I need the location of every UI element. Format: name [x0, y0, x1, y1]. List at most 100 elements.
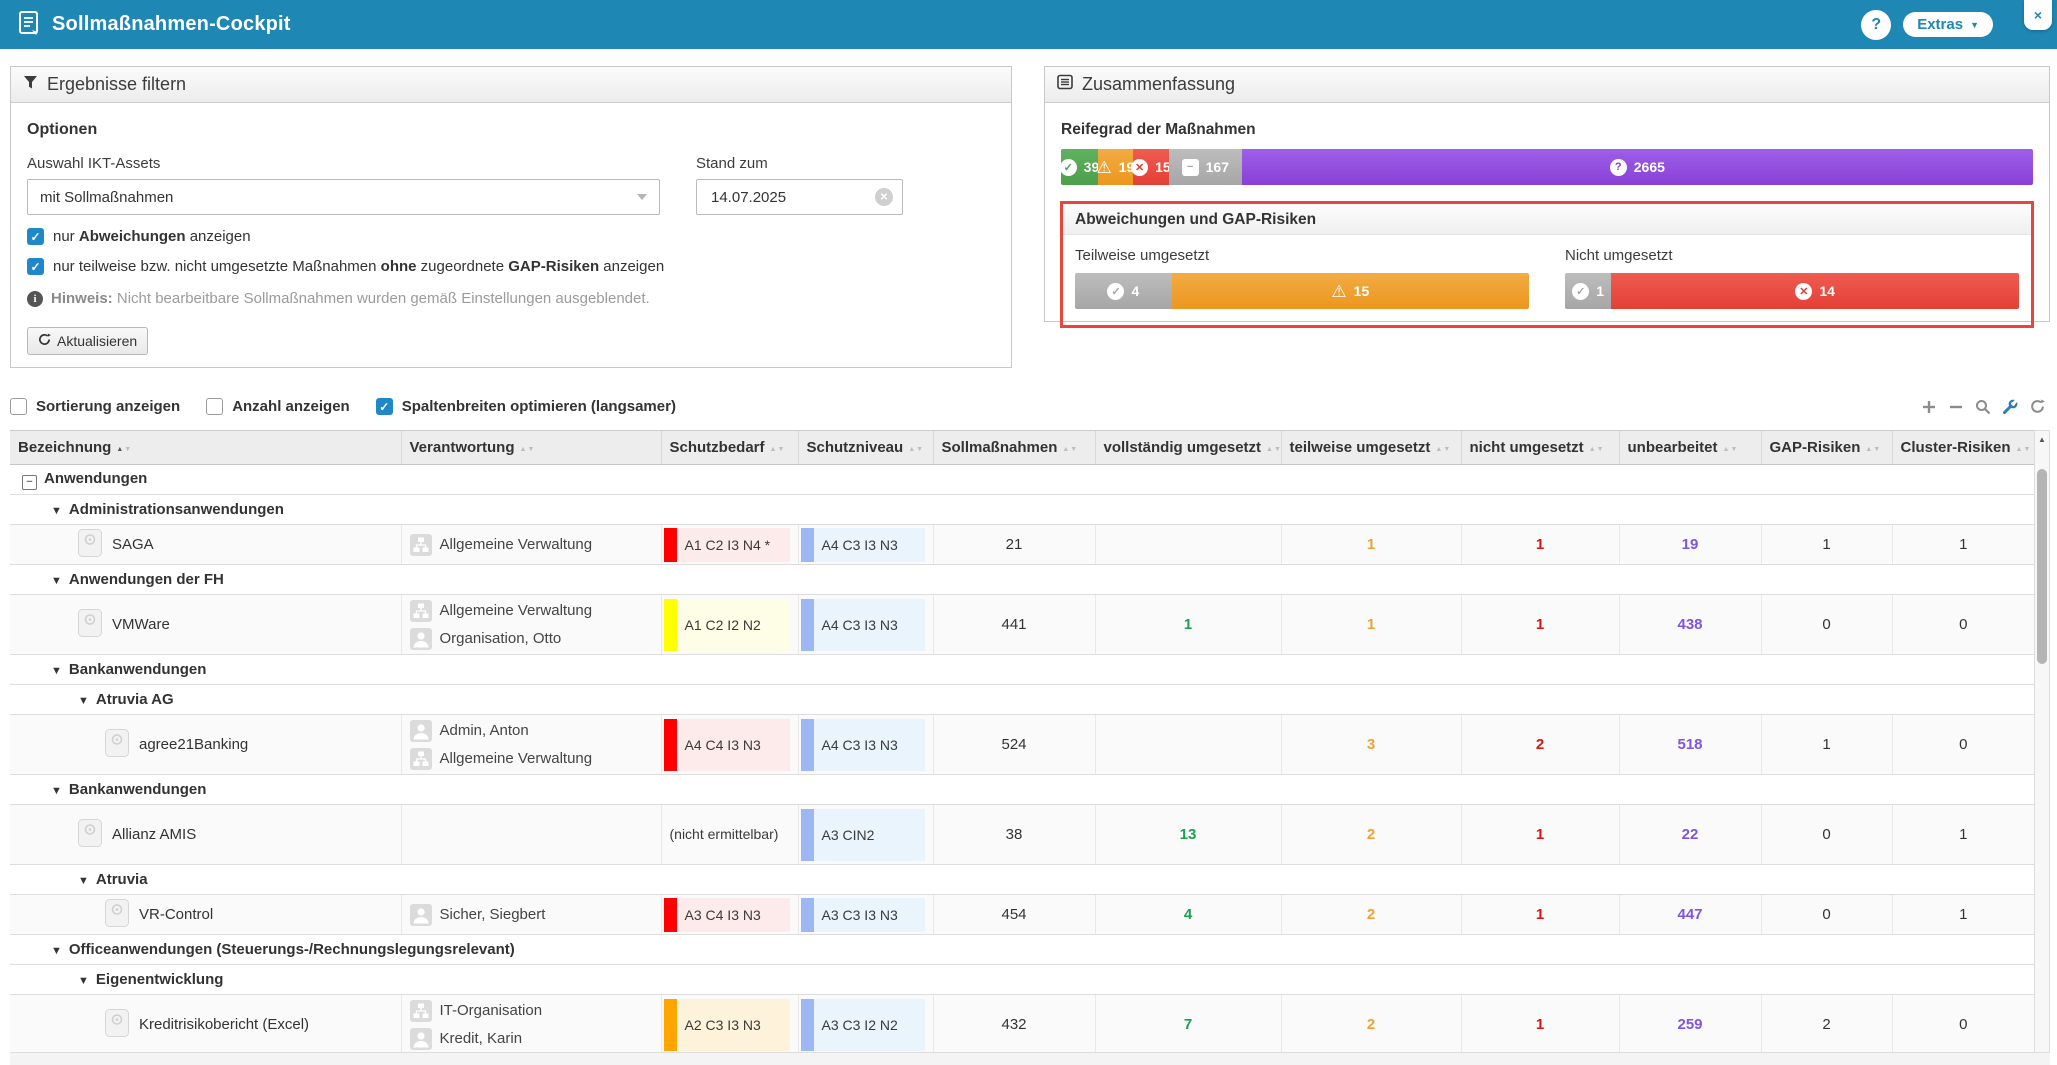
table-row-group[interactable]: ▼Anwendungen der FH [10, 565, 2034, 595]
collapse-icon[interactable]: − [22, 475, 37, 490]
table-row-group[interactable]: ▼ Bankanwendungen [10, 775, 2034, 805]
asset-name[interactable]: Kreditrisikobericht (Excel) [139, 1016, 309, 1033]
schutzniveau-value: A3 C3 I2 N2 [814, 999, 925, 1051]
extras-button[interactable]: Extras ▼ [1903, 12, 1993, 37]
zoom-in-icon[interactable] [1921, 399, 1937, 415]
column-header-7[interactable]: teilweise umgesetzt▲▼ [1281, 431, 1461, 465]
sort-checkbox[interactable] [10, 398, 27, 415]
responsible-entry: Allgemeine Verwaltung [402, 531, 661, 559]
person-icon [410, 1028, 432, 1050]
unbearbeitet-value: 438 [1619, 595, 1761, 655]
zoom-out-icon[interactable] [1948, 399, 1964, 415]
search-icon[interactable] [1975, 399, 1991, 415]
date-input[interactable]: 14.07.2025 ✕ [696, 179, 903, 215]
close-button[interactable]: × [2024, 0, 2052, 30]
gap-value: 0 [1761, 595, 1892, 655]
column-header-1[interactable]: Bezeichnung▲▼ [10, 431, 401, 465]
triangle-down-icon[interactable]: ▼ [51, 575, 62, 587]
count-checkbox[interactable] [206, 398, 223, 415]
column-header-10[interactable]: GAP-Risiken▲▼ [1761, 431, 1892, 465]
table-row-group[interactable]: ▼Eigenentwicklung [10, 965, 2034, 995]
ikt-assets-select[interactable]: mit Sollmaßnahmen [27, 179, 660, 215]
responsible-name: Allgemeine Verwaltung [440, 599, 593, 623]
refresh-button[interactable]: Aktualisieren [27, 327, 148, 355]
bar-segment-ohne-gap: ✓1 [1565, 273, 1611, 309]
table-controls: Sortierung anzeigen Anzahl anzeigen ✓ Sp… [10, 398, 2045, 415]
table-row-asset[interactable]: Kreditrisikobericht (Excel)IT-Organisati… [10, 995, 2034, 1055]
minus-square-icon: − [1182, 159, 1199, 176]
table-row-group[interactable]: ▼Administrationsanwendungen [10, 495, 2034, 525]
triangle-down-icon[interactable]: ▼ [51, 505, 62, 517]
cluster-value: 1 [1892, 525, 2034, 565]
refresh-icon[interactable] [2029, 399, 2045, 415]
column-header-5[interactable]: Sollmaßnahmen▲▼ [933, 431, 1095, 465]
teil-value: 2 [1281, 805, 1461, 865]
column-header-2[interactable]: Verantwortung▲▼ [401, 431, 661, 465]
table-row-asset[interactable]: VR-ControlSicher, SiegbertA3 C4 I3 N3A3 … [10, 895, 2034, 935]
table-row-asset[interactable]: SAGAAllgemeine VerwaltungA1 C2 I3 N4 *A4… [10, 525, 2034, 565]
sort-arrows-icon: ▲▼ [1865, 446, 1881, 453]
asset-name[interactable]: agree21Banking [139, 736, 248, 753]
schutzbedarf-chip: A1 C2 I2 N2 [664, 599, 790, 651]
cluster-value: 0 [1892, 995, 2034, 1055]
column-header-11[interactable]: Cluster-Risiken▲▼ [1892, 431, 2034, 465]
teil-value: 1 [1281, 525, 1461, 565]
sort-arrows-icon: ▲▼ [520, 446, 536, 453]
summary-panel-title: Zusammenfassung [1082, 74, 1235, 95]
scroll-up-icon[interactable]: ▲ [2035, 431, 2049, 447]
teil-value: 2 [1281, 995, 1461, 1055]
triangle-down-icon[interactable]: ▼ [78, 695, 89, 707]
segment-value: 14 [1819, 283, 1835, 299]
optimize-checkbox[interactable]: ✓ [376, 398, 393, 415]
table-row-group[interactable]: ▼Bankanwendungen [10, 655, 2034, 685]
segment-value: 15 [1354, 283, 1370, 299]
schutzbedarf-value: A1 C2 I3 N4 * [677, 528, 790, 562]
triangle-down-icon[interactable]: ▼ [51, 945, 62, 957]
sort-arrows-icon: ▲▼ [116, 446, 132, 453]
table-row-group[interactable]: ▼Atruvia AG [10, 685, 2034, 715]
triangle-down-icon[interactable]: ▼ [78, 975, 89, 987]
table-row-group[interactable]: −Anwendungen [10, 465, 2034, 495]
triangle-down-icon[interactable]: ▼ [51, 665, 62, 677]
asset-name[interactable]: VMWare [112, 616, 170, 633]
clear-date-icon[interactable]: ✕ [875, 188, 893, 206]
table-row-group[interactable]: ▼Officeanwendungen (Steuerungs-/Rechnung… [10, 935, 2034, 965]
vertical-scrollbar[interactable]: ▲ [2034, 430, 2050, 1065]
triangle-down-icon[interactable]: ▼ [51, 785, 62, 797]
orgchart-icon [410, 748, 432, 770]
checkbox-row-gap: ✓ nur teilweise bzw. nicht umgesetzte Ma… [27, 258, 995, 275]
gap-value: 0 [1761, 895, 1892, 935]
table-row-asset[interactable]: agree21BankingAdmin, AntonAllgemeine Ver… [10, 715, 2034, 775]
gap-checkbox[interactable]: ✓ [27, 258, 44, 275]
list-icon [1057, 74, 1073, 95]
table-row-asset[interactable]: VMWare Allgemeine Verwaltung Organisation,… [10, 595, 2034, 655]
asset-name[interactable]: SAGA [112, 536, 154, 553]
schutzbedarf-chip: A3 C4 I3 N3 [664, 898, 790, 932]
help-button[interactable]: ? [1861, 10, 1891, 40]
refresh-icon [38, 333, 51, 349]
asset-name[interactable]: Allianz AMIS [112, 826, 196, 843]
column-header-4[interactable]: Schutzniveau▲▼ [798, 431, 933, 465]
column-header-3[interactable]: Schutzbedarf▲▼ [661, 431, 798, 465]
triangle-down-icon[interactable]: ▼ [78, 875, 89, 887]
scrollbar-thumb[interactable] [2037, 469, 2047, 664]
hint-row: i Hinweis: Nicht bearbeitbare Sollmaßnah… [27, 290, 995, 307]
person-icon [410, 904, 432, 926]
table-row-asset[interactable]: Allianz AMIS(nicht ermittelbar)A3 CIN238… [10, 805, 2034, 865]
sort-arrows-icon: ▲▼ [1723, 446, 1739, 453]
table-row-group[interactable]: ▼Atruvia [10, 865, 2034, 895]
responsible-name: Organisation, Otto [440, 627, 562, 651]
column-header-8[interactable]: nicht umgesetzt▲▼ [1461, 431, 1619, 465]
wrench-icon[interactable] [2002, 399, 2018, 415]
column-header-9[interactable]: unbearbeitet▲▼ [1619, 431, 1761, 465]
deviations-checkbox[interactable]: ✓ [27, 228, 44, 245]
bar-segment-nicht-bearbeitbar: −167 [1169, 149, 1242, 185]
person-icon [410, 628, 432, 650]
teil-value: 2 [1281, 895, 1461, 935]
column-header-6[interactable]: vollständig umgesetzt▲▼ [1095, 431, 1281, 465]
segment-value: 4 [1131, 283, 1139, 299]
bar-segment-nicht-umgesetzt: ✕15 [1133, 149, 1169, 185]
group-label: Bankanwendungen [69, 781, 207, 798]
asset-name[interactable]: VR-Control [139, 906, 213, 923]
gap-value: 0 [1761, 805, 1892, 865]
